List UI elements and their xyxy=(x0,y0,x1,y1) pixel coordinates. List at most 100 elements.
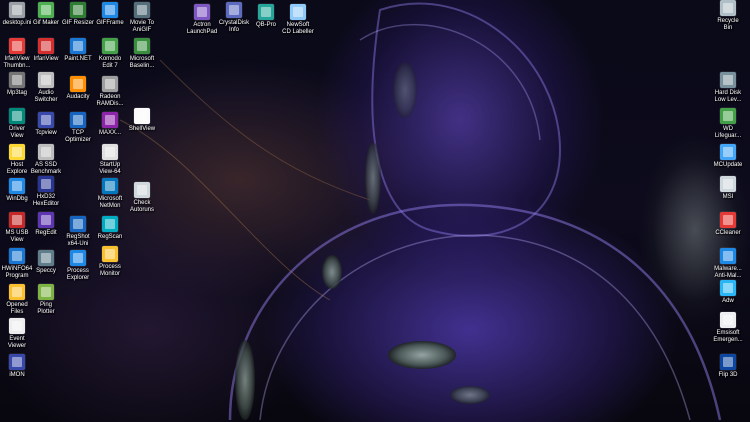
desktop-icon[interactable]: NewSoft CD Labeller xyxy=(280,4,316,36)
desktop-icon[interactable]: MAXX... xyxy=(92,112,128,137)
desktop-icon[interactable]: Flip 3D xyxy=(710,354,746,379)
hard-disk-icon xyxy=(720,72,736,88)
regshot-icon xyxy=(70,216,86,232)
desktop-icon[interactable]: Hard Disk Low Lev... xyxy=(710,72,746,104)
ccleaner-icon xyxy=(720,212,736,228)
mp3tag-icon xyxy=(9,72,25,88)
adwcleaner-icon xyxy=(720,280,736,296)
desktop-icon[interactable]: Recycle Bin xyxy=(710,0,746,32)
desktop-icon[interactable]: CrystalDisk Info xyxy=(216,2,252,34)
msi-icon xyxy=(720,176,736,192)
desktop-icon-label: HxD32 HexEditor xyxy=(32,194,60,207)
desktop-icon-label: ShellView xyxy=(128,126,156,132)
desktop-icon-label: Emsisoft Emergen... xyxy=(713,330,743,343)
desktop-icon-label: Event Viewer xyxy=(7,336,27,349)
desktop-icon[interactable]: CCleaner xyxy=(710,212,746,237)
desktop-icon-label: iMON xyxy=(9,372,25,378)
desktop-icon[interactable]: Emsisoft Emergen... xyxy=(710,312,746,344)
desktop-icon[interactable]: MSI xyxy=(710,176,746,201)
desktop-icon[interactable]: HxD32 HexEditor xyxy=(28,176,64,208)
desktop-icon[interactable]: TCP Optimizer xyxy=(60,112,96,144)
desktop-icon-label: CCleaner xyxy=(715,230,741,236)
desktop-icon[interactable]: RegShot x64-Uni xyxy=(60,216,96,248)
desktop-icon-label: Recycle Bin xyxy=(717,18,739,31)
netmon-icon xyxy=(102,178,118,194)
desktop-icon-label: Microsoft Baselin... xyxy=(129,56,155,69)
desktop-icon[interactable]: AS SSD Benchmark xyxy=(28,144,64,176)
gif-maker-icon xyxy=(38,2,54,18)
desktop-icon-label: StartUp View-64 xyxy=(99,162,121,175)
desktop-icon-label: MCUpdate xyxy=(713,162,743,168)
desktop-icon-label: RegScan xyxy=(97,234,123,240)
emsisoft-icon xyxy=(720,312,736,328)
komodo-icon xyxy=(102,38,118,54)
regedit-icon xyxy=(38,212,54,228)
desktop-icon[interactable]: Check Autoruns xyxy=(124,182,160,214)
desktop-icon-label: Process Monitor xyxy=(99,264,121,277)
desktop-icon[interactable]: Event Viewer xyxy=(0,318,35,350)
desktop-icon-label: Radeon RAMDis... xyxy=(96,94,124,107)
regscan-icon xyxy=(102,216,118,232)
desktop-icon-label: MSI xyxy=(722,194,734,200)
desktop-icon[interactable]: WD Lifeguar... xyxy=(710,108,746,140)
event-viewer-icon xyxy=(9,318,25,334)
desktop-icon[interactable]: Movie To AniGIF xyxy=(124,2,160,34)
irfanview-thumb-icon xyxy=(9,38,25,54)
desktop-icon-label: Flip 3D xyxy=(718,372,738,378)
desktop-icon-label: Check Autoruns xyxy=(129,200,154,213)
cd-labeller-icon xyxy=(290,4,306,20)
mcupdate-icon xyxy=(720,144,736,160)
process-monitor-icon xyxy=(102,246,118,262)
desktop-icon[interactable]: Ping Plotter xyxy=(28,284,64,316)
qb-pro-icon xyxy=(258,4,274,20)
desktop-icon[interactable]: Radeon RAMDis... xyxy=(92,76,128,108)
movie-to-anigif-icon xyxy=(134,2,150,18)
audio-switcher-icon xyxy=(38,72,54,88)
paintnet-icon xyxy=(70,38,86,54)
desktop-icon[interactable]: Process Monitor xyxy=(92,246,128,278)
imon-icon xyxy=(9,354,25,370)
shellview-icon xyxy=(134,108,150,124)
desktop-icon[interactable]: ShellView xyxy=(124,108,160,133)
actron-launchpad-icon xyxy=(194,4,210,20)
usbview-icon xyxy=(9,212,25,228)
tcpview-icon xyxy=(38,112,54,128)
gifframe-icon xyxy=(102,2,118,18)
desktop-icon-label: Malware... Anti-Mal... xyxy=(714,266,742,279)
opened-files-icon xyxy=(9,284,25,300)
hwinfo-icon xyxy=(9,248,25,264)
host-explore-icon xyxy=(9,144,25,160)
driverview-icon xyxy=(9,108,25,124)
gif-resizer-icon xyxy=(70,2,86,18)
startup-view-icon xyxy=(102,144,118,160)
irfanview-icon xyxy=(38,38,54,54)
radeon-ramdisk-icon xyxy=(102,76,118,92)
tcp-optimizer-icon xyxy=(70,112,86,128)
audacity-icon xyxy=(70,76,86,92)
wd-lifeguard-icon xyxy=(720,108,736,124)
desktop-icon[interactable]: RegScan xyxy=(92,216,128,241)
pingplotter-icon xyxy=(38,284,54,300)
desktop-icon[interactable]: Adw xyxy=(710,280,746,305)
desktop-icon[interactable]: Malware... Anti-Mal... xyxy=(710,248,746,280)
desktop-icon[interactable]: iMON xyxy=(0,354,35,379)
desktop-icon[interactable]: Microsoft Baselin... xyxy=(124,38,160,70)
desktop-icon-label: Movie To AniGIF xyxy=(130,20,154,33)
desktop-icon-label: Ping Plotter xyxy=(37,302,55,315)
desktop-icon-label: WD Lifeguar... xyxy=(714,126,742,139)
process-explorer-icon xyxy=(70,250,86,266)
desktop-icon[interactable]: StartUp View-64 xyxy=(92,144,128,176)
desktop-icon[interactable]: MCUpdate xyxy=(710,144,746,169)
hxd-icon xyxy=(38,176,54,192)
as-ssd-icon xyxy=(38,144,54,160)
desktop-icon-label: AS SSD Benchmark xyxy=(30,162,62,175)
autoruns-icon xyxy=(134,182,150,198)
ini-file-icon xyxy=(9,2,25,18)
windbg-icon xyxy=(9,178,25,194)
desktop-icon-label: Adw xyxy=(722,298,734,304)
desktop-icon-label: Hard Disk Low Lev... xyxy=(714,90,742,103)
maxx-icon xyxy=(102,112,118,128)
desktop-icon-label: NewSoft CD Labeller xyxy=(282,22,314,35)
crystaldisk-icon xyxy=(226,2,242,18)
malwarebytes-icon xyxy=(720,248,736,264)
